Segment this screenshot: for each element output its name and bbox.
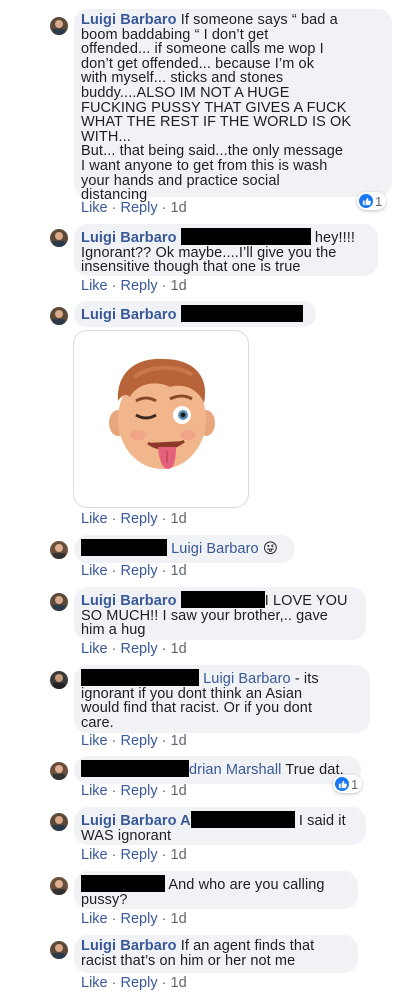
reply-link[interactable]: Reply [121, 783, 158, 799]
like-reaction-icon [359, 194, 373, 208]
sticker-attachment[interactable] [73, 330, 249, 508]
mention-link[interactable]: Luigi Barbaro [171, 541, 259, 557]
comment-author[interactable]: Luigi Barbaro [81, 593, 177, 609]
comment-bubble: Luigi Barbaro hey!!!! Ignorant?? Ok mayb… [74, 224, 378, 276]
comment-actions: Like · Reply · 1d [81, 278, 187, 294]
mention-link[interactable]: Luigi Barbaro [203, 671, 291, 687]
reply-link[interactable]: Reply [121, 200, 158, 216]
timestamp[interactable]: 1d [171, 563, 187, 579]
like-link[interactable]: Like [81, 847, 108, 863]
comment-bubble: Luigi Barbaro I LOVE YOU SO MUCH!! I saw… [74, 587, 366, 640]
comment-actions: Like · Reply · 1d [81, 783, 187, 799]
comment-author[interactable]: Luigi Barbaro [81, 938, 177, 954]
comment-bubble: Luigi Barbaro If someone says “ bad a bo… [74, 9, 392, 202]
comment-bubble: Luigi Barbaro 😜 [74, 535, 295, 563]
comment-author[interactable]: Luigi Barbaro [81, 12, 177, 28]
like-link[interactable]: Like [81, 563, 108, 579]
timestamp[interactable]: 1d [171, 278, 187, 294]
redacted-name [81, 669, 199, 686]
comment-bubble: Luigi Barbaro [74, 301, 316, 327]
comment-bubble: And who are you calling pussy? [74, 871, 358, 909]
comment-text: True dat. [281, 762, 344, 778]
timestamp[interactable]: 1d [171, 847, 187, 863]
avatar[interactable] [50, 941, 68, 959]
comment-actions: Like · Reply · 1d [81, 563, 187, 579]
comment-actions: Like · Reply · 1d [81, 911, 187, 927]
comment-bubble: Luigi Barbaro - its ignorant if you dont… [74, 665, 370, 733]
avatar[interactable] [50, 541, 68, 559]
reaction-count: 1 [375, 193, 383, 209]
comment-actions: Like · Reply · 1d [81, 641, 187, 657]
like-link[interactable]: Like [81, 200, 108, 216]
timestamp[interactable]: 1d [171, 975, 187, 991]
like-link[interactable]: Like [81, 911, 108, 927]
comment-text: Ignorant?? Ok maybe....I’ll give you the… [81, 244, 337, 276]
comment-text: pussy? [81, 891, 128, 908]
avatar[interactable] [50, 17, 68, 35]
timestamp[interactable]: 1d [171, 641, 187, 657]
redacted-name [81, 539, 167, 556]
redacted-name [180, 591, 265, 608]
redacted-name [190, 811, 295, 828]
comment-actions: Like · Reply · 1d [81, 733, 187, 749]
comment-actions: Like · Reply · 1d [81, 847, 187, 863]
comment-text: SO MUCH!! I saw your brother,.. gave him… [81, 607, 328, 639]
reaction-count: 1 [351, 776, 359, 792]
comment-text: WAS ignorant [81, 827, 172, 844]
timestamp[interactable]: 1d [171, 511, 187, 527]
comment-author[interactable]: Luigi Barbaro A [81, 813, 191, 829]
avatar[interactable] [50, 762, 68, 780]
avatar[interactable] [50, 229, 68, 247]
comment-bubble: Luigi Barbaro A I said it WAS ignorant [74, 807, 366, 845]
comment-author[interactable]: Luigi Barbaro [81, 307, 177, 323]
redacted-name [81, 760, 189, 777]
reply-link[interactable]: Reply [121, 511, 158, 527]
timestamp[interactable]: 1d [171, 200, 187, 216]
comment-actions: Like · Reply · 1d [81, 511, 187, 527]
comment-text: ignorant if you dont think an Asian woul… [81, 685, 313, 731]
reply-link[interactable]: Reply [121, 975, 158, 991]
comment-bubble: drian Marshall True dat. [74, 756, 361, 784]
avatar[interactable] [50, 307, 68, 325]
reaction-summary[interactable]: 1 [333, 775, 363, 793]
reply-link[interactable]: Reply [121, 733, 158, 749]
avatar[interactable] [50, 813, 68, 831]
timestamp[interactable]: 1d [171, 783, 187, 799]
like-link[interactable]: Like [81, 783, 108, 799]
avatar[interactable] [50, 877, 68, 895]
reply-link[interactable]: Reply [121, 641, 158, 657]
avatar[interactable] [50, 593, 68, 611]
like-link[interactable]: Like [81, 641, 108, 657]
avatar[interactable] [50, 671, 68, 689]
redacted-name [81, 875, 165, 892]
like-link[interactable]: Like [81, 733, 108, 749]
comment-bubble: Luigi Barbaro If an agent finds that rac… [74, 935, 358, 973]
redacted-name [180, 305, 303, 322]
like-link[interactable]: Like [81, 975, 108, 991]
like-reaction-icon [335, 777, 349, 791]
comment-actions: Like · Reply · 1d [81, 975, 187, 991]
reaction-summary[interactable]: 1 [357, 192, 387, 210]
winking-emoji-sticker [109, 358, 215, 469]
reply-link[interactable]: Reply [121, 563, 158, 579]
reply-link[interactable]: Reply [121, 278, 158, 294]
emoji: 😜 [262, 541, 279, 557]
redacted-name [180, 228, 311, 245]
timestamp[interactable]: 1d [171, 733, 187, 749]
comment-actions: Like · Reply · 1d [81, 200, 187, 216]
comment-author[interactable]: Luigi Barbaro [81, 230, 177, 246]
like-link[interactable]: Like [81, 278, 108, 294]
mention-link[interactable]: drian Marshall [189, 762, 281, 778]
comment-text: If someone says “ bad a boom baddabing “… [81, 12, 352, 204]
like-link[interactable]: Like [81, 511, 108, 527]
timestamp[interactable]: 1d [171, 911, 187, 927]
reply-link[interactable]: Reply [121, 911, 158, 927]
reply-link[interactable]: Reply [121, 847, 158, 863]
